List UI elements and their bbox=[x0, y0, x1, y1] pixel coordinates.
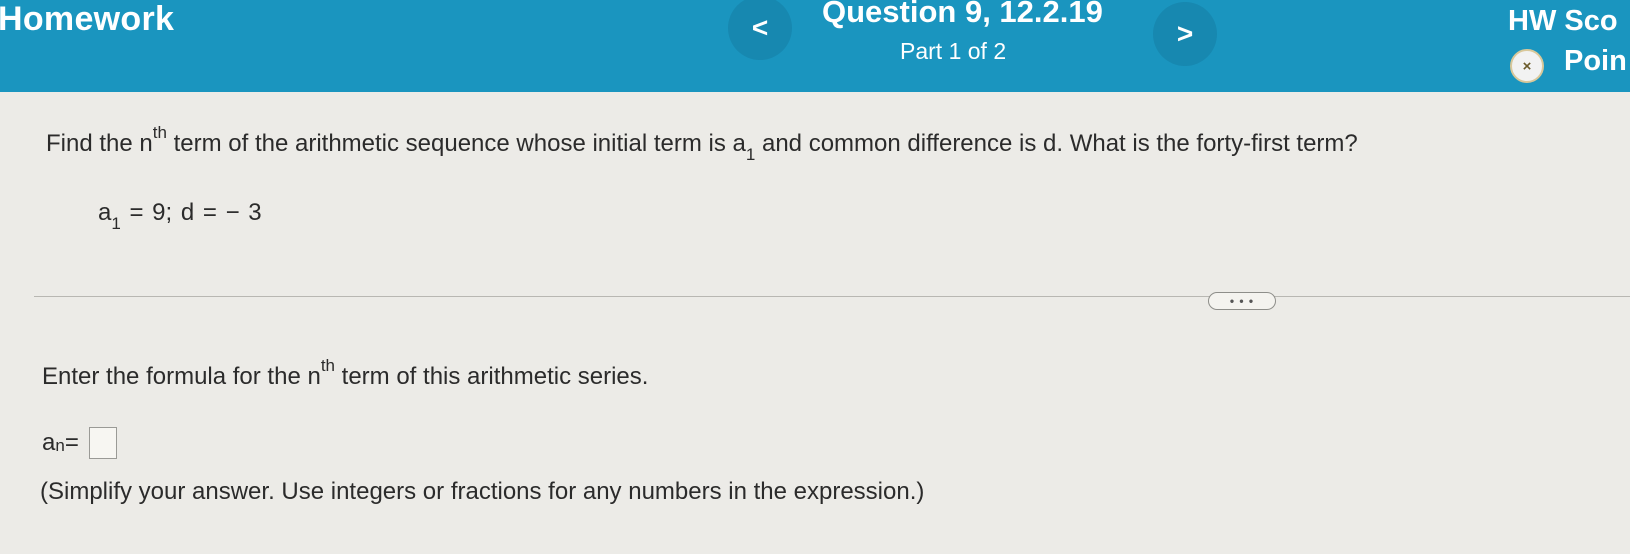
answer-row: an = bbox=[42, 427, 117, 459]
answer-hint: (Simplify your answer. Use integers or f… bbox=[40, 478, 925, 505]
given-term-symbol: a bbox=[98, 199, 112, 226]
question-title: Question 9, 12.2.19 bbox=[822, 0, 1103, 29]
instruction-text-end: term of this arithmetic series. bbox=[335, 363, 649, 390]
prompt-subscript: 1 bbox=[745, 144, 756, 164]
header-bar: Homework < Question 9, 12.2.19 Part 1 of… bbox=[0, 0, 1630, 92]
question-prompt: Find the nth term of the arithmetic sequ… bbox=[46, 123, 1358, 164]
previous-question-button[interactable]: < bbox=[728, 0, 792, 60]
show-more-button[interactable]: • • • bbox=[1208, 292, 1276, 310]
given-values: a1 = 9; d = − 3 bbox=[98, 199, 262, 233]
part-indicator: Part 1 of 2 bbox=[900, 38, 1007, 64]
answer-equals: = bbox=[64, 429, 79, 456]
given-term-subscript: 1 bbox=[111, 213, 121, 233]
prompt-text-start: Find the n bbox=[46, 130, 153, 157]
answer-variable: a bbox=[42, 429, 56, 456]
hw-score-label: HW Sco bbox=[1508, 5, 1618, 37]
section-divider bbox=[34, 296, 1630, 297]
prompt-superscript: th bbox=[152, 123, 167, 142]
instruction-superscript: th bbox=[320, 356, 335, 375]
points-label: Poin bbox=[1564, 45, 1627, 77]
chevron-left-icon: < bbox=[751, 12, 769, 43]
chevron-right-icon: > bbox=[1176, 18, 1194, 49]
answer-input-box[interactable] bbox=[88, 427, 117, 459]
homework-title: Homework bbox=[0, 0, 175, 38]
partial-credit-icon: × bbox=[1510, 49, 1544, 83]
instruction-text-start: Enter the formula for the n bbox=[42, 363, 321, 390]
prompt-text-middle: term of the arithmetic sequence whose in… bbox=[166, 130, 746, 157]
next-question-button[interactable]: > bbox=[1153, 2, 1217, 66]
answer-subscript: n bbox=[55, 436, 65, 455]
question-content: Find the nth term of the arithmetic sequ… bbox=[0, 92, 1630, 554]
given-values-text: = 9; d = − 3 bbox=[120, 199, 262, 226]
part-instruction: Enter the formula for the nth term of th… bbox=[42, 356, 649, 391]
prompt-text-end: and common difference is d. What is the … bbox=[755, 130, 1358, 157]
